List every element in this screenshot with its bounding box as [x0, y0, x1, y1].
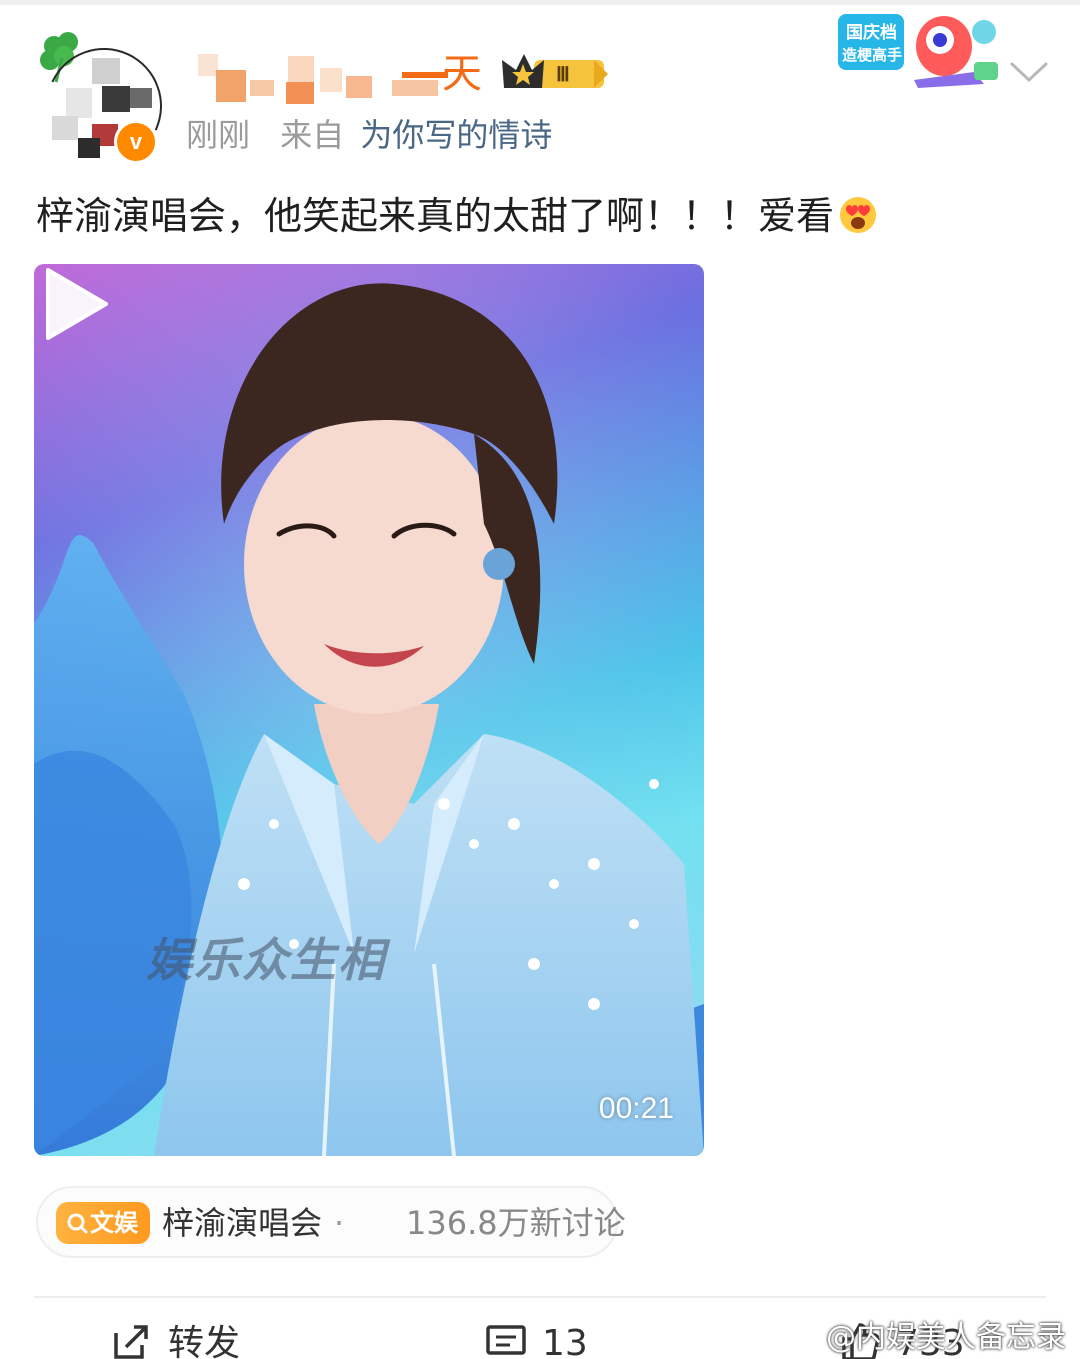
- verified-badge: v: [114, 120, 158, 164]
- post-source-link[interactable]: 为你写的情诗: [360, 116, 552, 154]
- post-time: 刚刚: [186, 116, 251, 154]
- member-crown-badge: Ⅲ: [502, 54, 608, 88]
- search-icon: [67, 1213, 88, 1234]
- topic-name: 梓渝演唱会 ·: [162, 1204, 345, 1242]
- heart-eyes-emoji-icon: [840, 197, 877, 233]
- comment-icon: [486, 1325, 526, 1355]
- chevron-down-icon[interactable]: [1006, 56, 1052, 86]
- weibo-logo-icon: [784, 1323, 820, 1351]
- post-text: 梓渝演唱会，他笑起来真的太甜了啊！！！爱看: [36, 190, 878, 242]
- topic-separator: ·: [334, 1204, 345, 1242]
- watermark-text: @内娱美人备忘录: [826, 1320, 1066, 1355]
- repost-label: 转发: [168, 1323, 241, 1359]
- weibo-post-page: v 天 Ⅲ 刚刚 来自 为你写的情诗 国庆档 造梗高手 梓渝演唱会，他笑起来真的…: [0, 0, 1080, 1359]
- source-prefix: 来自: [280, 116, 345, 154]
- username-text[interactable]: 天: [442, 46, 482, 102]
- topic-discussion-count: 136.8万新讨论: [406, 1204, 626, 1242]
- topic-category-tag: 文娱: [56, 1202, 150, 1244]
- svg-text:国庆档: 国庆档: [846, 22, 897, 43]
- topic-chip[interactable]: 文娱 梓渝演唱会 · 136.8万新讨论: [36, 1186, 626, 1258]
- repost-icon: [114, 1325, 148, 1359]
- video-player[interactable]: 娱乐众生相 00:21: [34, 264, 704, 1156]
- repost-button[interactable]: 转发: [110, 1316, 240, 1359]
- video-watermark: 娱乐众生相: [146, 933, 386, 987]
- play-icon[interactable]: [34, 264, 114, 344]
- svg-text:造梗高手: 造梗高手: [842, 46, 902, 64]
- avatar[interactable]: v: [29, 28, 179, 181]
- action-divider: [34, 1296, 1046, 1298]
- comment-count: 13: [542, 1323, 588, 1359]
- badge-level-text: Ⅲ: [556, 64, 570, 86]
- post-meta: 刚刚 来自 为你写的情诗: [186, 112, 552, 158]
- video-duration: 00:21: [598, 1092, 674, 1125]
- site-watermark: @内娱美人备忘录: [784, 1312, 1066, 1356]
- comment-button[interactable]: 13: [484, 1316, 588, 1359]
- top-divider: [0, 0, 1080, 5]
- post-text-content: 梓渝演唱会，他笑起来真的太甜了啊！！！爱看: [36, 194, 835, 238]
- promo-badge-icon[interactable]: 国庆档 造梗高手: [834, 10, 1006, 90]
- topic-tag-label: 文娱: [90, 1209, 138, 1237]
- video-thumbnail: [34, 264, 704, 1156]
